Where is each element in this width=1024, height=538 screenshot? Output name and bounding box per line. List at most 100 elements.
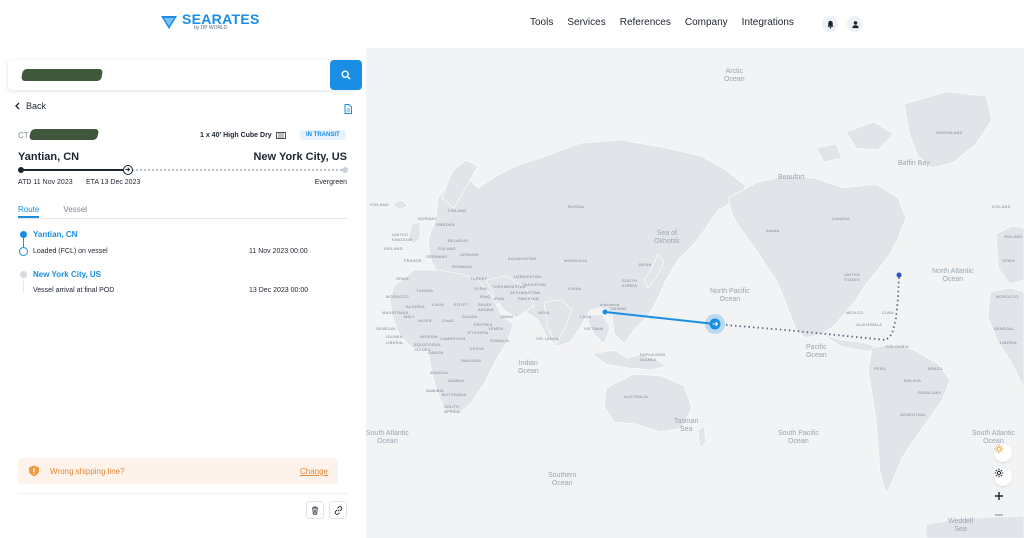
container-label: 1 x 40' High Cube Dry bbox=[200, 132, 272, 139]
progress-remaining bbox=[128, 169, 346, 171]
country-label: IRAQ bbox=[480, 294, 491, 299]
country-label: COLOMBIA bbox=[886, 344, 909, 349]
country-label: OMAN bbox=[500, 314, 513, 319]
country-label: RUSSIA bbox=[568, 204, 585, 209]
country-label: CHINA bbox=[568, 286, 582, 291]
ocean-label: Indian Ocean bbox=[518, 360, 539, 376]
searates-logo[interactable]: SEARATES by DP WORLD bbox=[160, 12, 260, 31]
zoom-in-button[interactable] bbox=[994, 491, 1012, 509]
change-link[interactable]: Change bbox=[300, 467, 328, 476]
search-bar bbox=[8, 60, 362, 90]
route-location[interactable]: Yantian, CN bbox=[33, 230, 77, 239]
origin-marker bbox=[18, 167, 24, 173]
country-label: PAPUA NEW GUINEA bbox=[640, 352, 666, 362]
chevron-left-icon bbox=[15, 102, 20, 110]
country-label: ALGERIA bbox=[406, 304, 425, 309]
country-label: IRELAND bbox=[1004, 234, 1023, 239]
ocean-label: Tasman Sea bbox=[674, 418, 699, 434]
vessel-position-marker bbox=[123, 165, 133, 175]
country-label: ARGENTINA bbox=[900, 412, 926, 417]
country-label: CHAD bbox=[442, 318, 455, 323]
country-label: MOROCCO bbox=[386, 294, 409, 299]
departure-date: ATD 11 Nov 2023 bbox=[18, 179, 73, 186]
route-event: Loaded (FCL) on vessel bbox=[33, 248, 108, 255]
country-label: NIGERIA bbox=[420, 334, 438, 339]
route-event: Vessel arrival at final POD bbox=[33, 287, 115, 294]
arrival-estimate: ETA 13 Dec 2023 bbox=[86, 179, 141, 186]
ocean-label: North Pacific Ocean bbox=[710, 288, 750, 304]
notifications-button[interactable] bbox=[822, 16, 838, 32]
trash-icon bbox=[312, 506, 318, 515]
status-badge: IN TRANSIT bbox=[300, 130, 346, 140]
back-link[interactable]: Back bbox=[14, 101, 46, 111]
route-map[interactable]: Arctic Ocean North Pacific Ocean Pacific Oc… bbox=[366, 48, 1024, 538]
country-label: IRAN bbox=[494, 296, 505, 301]
share-link-button[interactable] bbox=[329, 501, 347, 519]
country-label: POLAND bbox=[438, 246, 456, 251]
tab-vessel[interactable]: Vessel bbox=[63, 205, 87, 218]
back-label: Back bbox=[26, 101, 47, 111]
country-label: UKRAINE bbox=[460, 252, 480, 257]
nav-references[interactable]: References bbox=[620, 17, 671, 28]
destination-pin-icon bbox=[896, 272, 902, 278]
country-label: UZBEKISTAN bbox=[514, 274, 541, 279]
country-label: NORWAY bbox=[418, 216, 437, 221]
theme-toggle-button[interactable] bbox=[994, 444, 1012, 462]
destination-port: New York City, US bbox=[253, 151, 347, 163]
user-icon bbox=[851, 20, 859, 28]
tab-route[interactable]: Route bbox=[18, 205, 40, 218]
country-label: ROMANIA bbox=[452, 264, 473, 269]
country-label: SOUTH AFRICA bbox=[444, 404, 460, 414]
country-label: TAJIKISTAN bbox=[522, 282, 547, 287]
document-button[interactable] bbox=[344, 101, 352, 119]
brand-name: SEARATES bbox=[182, 11, 260, 27]
timeline-event-marker bbox=[19, 247, 28, 256]
country-label: GUINEA bbox=[386, 334, 403, 339]
ocean-label: Southern Ocean bbox=[548, 472, 577, 488]
country-label: GREENLAND bbox=[936, 130, 963, 135]
route-location[interactable]: New York City, US bbox=[33, 270, 101, 279]
country-label: TANZANIA bbox=[460, 358, 482, 363]
nav-company[interactable]: Company bbox=[685, 17, 728, 28]
country-label: SUDAN bbox=[462, 314, 478, 319]
map-settings-button[interactable] bbox=[994, 468, 1012, 486]
account-button[interactable] bbox=[847, 16, 863, 32]
route-event-date: 11 Nov 2023 00:00 bbox=[249, 248, 308, 255]
country-label: BELARUS bbox=[448, 238, 469, 243]
container-type: 1 x 40' High Cube Dry bbox=[200, 132, 286, 139]
warning-text: Wrong shipping line? bbox=[50, 466, 125, 476]
brand-sub: by DP WORLD bbox=[194, 25, 228, 31]
ocean-label: Pacific Ocean bbox=[806, 344, 827, 360]
timeline-connector bbox=[23, 279, 24, 293]
route-event-date: 13 Dec 2023 00:00 bbox=[249, 287, 309, 294]
country-label: BOLIVIA bbox=[904, 378, 921, 383]
container-icon bbox=[275, 132, 286, 139]
country-label: FRANCE bbox=[404, 258, 422, 263]
country-label: SPAIN bbox=[1002, 258, 1015, 263]
gear-icon bbox=[994, 468, 1004, 478]
bell-icon bbox=[826, 20, 834, 29]
country-label: SPAIN bbox=[396, 276, 409, 281]
nav-integrations[interactable]: Integrations bbox=[742, 17, 794, 28]
search-button[interactable] bbox=[330, 60, 362, 90]
country-label: NIGER bbox=[418, 318, 432, 323]
country-label: INDIA bbox=[538, 310, 550, 315]
country-label: Indonesia bbox=[600, 302, 620, 307]
container-prefix: CT bbox=[18, 131, 29, 140]
ocean-label: North Atlantic Ocean bbox=[932, 268, 974, 284]
ocean-label: South Pacific Ocean bbox=[778, 430, 819, 446]
ocean-label: Baffin Bay bbox=[898, 160, 930, 167]
zoom-out-button[interactable] bbox=[994, 510, 1012, 528]
country-label: TURKEY bbox=[470, 276, 488, 281]
main-nav: Tools Services References Company Integr… bbox=[530, 17, 794, 28]
search-icon bbox=[341, 70, 351, 80]
nav-services[interactable]: Services bbox=[567, 17, 605, 28]
document-icon bbox=[344, 104, 352, 114]
divider bbox=[18, 493, 348, 494]
detail-tabs: Route Vessel bbox=[18, 205, 348, 219]
country-label: ZAMBIA bbox=[448, 378, 465, 383]
delete-button[interactable] bbox=[306, 501, 324, 519]
nav-tools[interactable]: Tools bbox=[530, 17, 553, 28]
country-label: SYRIA bbox=[474, 286, 488, 291]
country-label: CANADA bbox=[832, 216, 850, 221]
